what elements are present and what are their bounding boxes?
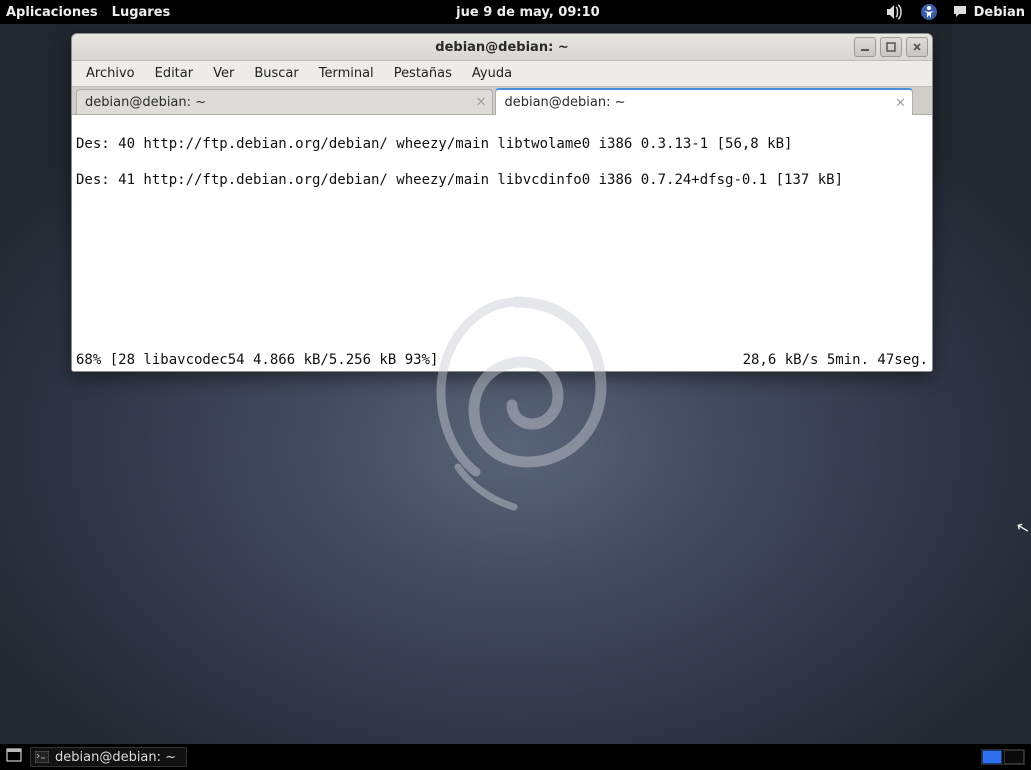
close-icon[interactable]: × [476,95,487,110]
terminal-status-line: 68% [28 libavcodec54 4.866 kB/5.256 kB 9… [76,351,928,369]
terminal-line: Des: 40 http://ftp.debian.org/debian/ wh… [76,135,928,153]
os-label-text: Debian [974,5,1025,20]
menu-terminal[interactable]: Terminal [311,63,382,84]
menu-edit[interactable]: Editar [147,63,202,84]
status-right: 28,6 kB/s 5min. 47seg. [743,351,928,369]
taskbar-item-terminal[interactable]: debian@debian: ~ [30,747,187,767]
close-icon[interactable]: × [895,95,906,110]
tab-label: debian@debian: ~ [504,95,625,110]
cursor-icon: ↖ [1013,517,1031,539]
terminal-window: debian@debian: ~ Archivo Editar Ver Busc… [71,33,933,372]
minimize-button[interactable] [854,37,876,57]
taskbar-item-label: debian@debian: ~ [55,750,176,765]
window-title: debian@debian: ~ [72,40,932,55]
menu-search[interactable]: Buscar [246,63,306,84]
accessibility-icon[interactable] [920,3,938,21]
volume-icon[interactable] [886,4,906,20]
terminal-icon [35,751,49,763]
bottom-panel: debian@debian: ~ [0,744,1031,770]
menu-applications[interactable]: Aplicaciones [6,5,98,20]
terminal-tab-2[interactable]: debian@debian: ~ × [495,88,912,115]
clock[interactable]: jue 9 de may, 09:10 [170,5,885,20]
os-menu[interactable]: Debian [952,4,1025,20]
status-left: 68% [28 libavcodec54 4.866 kB/5.256 kB 9… [76,351,438,369]
terminal-body[interactable]: Des: 40 http://ftp.debian.org/debian/ wh… [72,115,932,371]
menu-view[interactable]: Ver [205,63,242,84]
workspace-switcher[interactable] [981,749,1025,765]
show-desktop-button[interactable] [6,748,22,766]
terminal-line: Des: 41 http://ftp.debian.org/debian/ wh… [76,171,928,189]
terminal-tab-1[interactable]: debian@debian: ~ × [76,89,493,114]
workspace-1[interactable] [982,750,1002,764]
menu-places[interactable]: Lugares [112,5,171,20]
menu-file[interactable]: Archivo [78,63,143,84]
menu-tabs[interactable]: Pestañas [386,63,460,84]
title-bar[interactable]: debian@debian: ~ [72,34,932,61]
chat-icon [952,4,968,20]
menu-help[interactable]: Ayuda [464,63,520,84]
menu-bar: Archivo Editar Ver Buscar Terminal Pesta… [72,61,932,87]
workspace-2[interactable] [1004,750,1024,764]
close-button[interactable] [906,37,928,57]
tab-label: debian@debian: ~ [85,95,206,110]
top-panel: Aplicaciones Lugares jue 9 de may, 09:10… [0,0,1031,24]
tab-bar: debian@debian: ~ × debian@debian: ~ × [72,87,932,115]
maximize-button[interactable] [880,37,902,57]
